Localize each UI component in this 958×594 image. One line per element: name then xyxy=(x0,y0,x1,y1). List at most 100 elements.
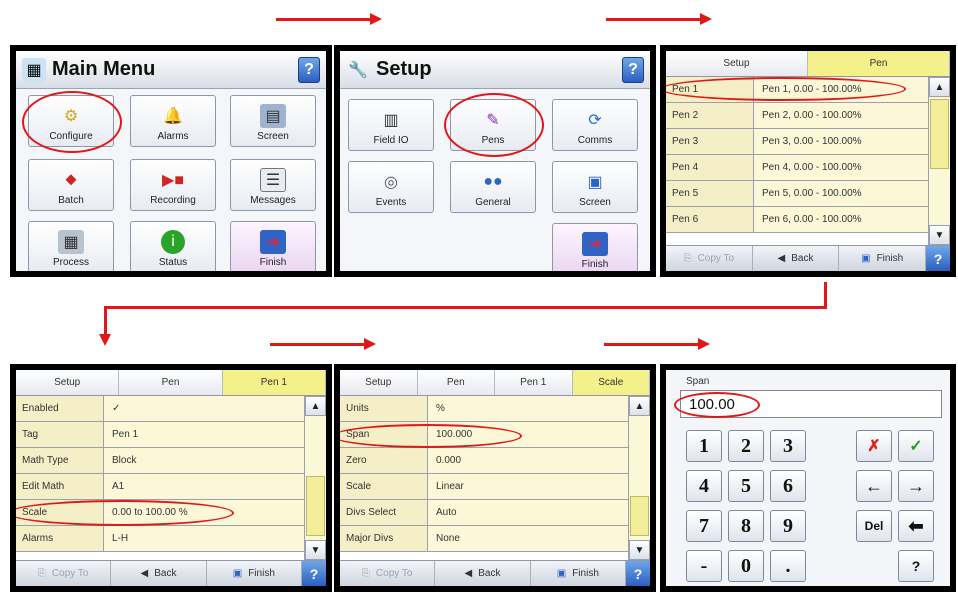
events-button[interactable]: ◎ Events xyxy=(348,161,434,213)
back-button[interactable]: ◀ Back xyxy=(111,561,207,586)
key-9[interactable]: 9 xyxy=(770,510,806,542)
help-button[interactable]: ? xyxy=(298,57,320,83)
crumb-setup[interactable]: Setup xyxy=(340,370,418,395)
list-item[interactable]: Major Divs None xyxy=(340,526,628,552)
finish-button[interactable]: ▣ Finish xyxy=(839,246,927,271)
recording-button[interactable]: ▶■ Recording xyxy=(130,159,216,211)
key-3[interactable]: 3 xyxy=(770,430,806,462)
finish-button[interactable]: ▣ Finish xyxy=(531,561,626,586)
back-icon: ◀ xyxy=(777,253,786,264)
main-menu-titlebar: ▦ Main Menu ? xyxy=(16,51,326,89)
key-6[interactable]: 6 xyxy=(770,470,806,502)
crumb-setup[interactable]: Setup xyxy=(666,51,808,76)
backspace-button[interactable]: ⬅ xyxy=(898,510,934,542)
delete-button[interactable]: Del xyxy=(856,510,892,542)
finish-button[interactable]: ➔ Finish xyxy=(230,221,316,271)
crumb-pen-1[interactable]: Pen 1 xyxy=(495,370,573,395)
scrollbar[interactable]: ▲ ▼ xyxy=(304,396,326,560)
batch-button[interactable]: ⬥ Batch xyxy=(28,159,114,211)
close-icon: ✗ xyxy=(867,438,881,455)
scroll-down-icon[interactable]: ▼ xyxy=(629,540,650,560)
screen-button[interactable]: ▣ Screen xyxy=(552,161,638,213)
scroll-down-icon[interactable]: ▼ xyxy=(305,540,326,560)
page-title: Setup xyxy=(376,58,432,80)
scrollbar[interactable]: ▲ ▼ xyxy=(928,77,950,245)
copy-to-button[interactable]: ⎘ Copy To xyxy=(16,561,112,586)
exit-icon: ▣ xyxy=(556,568,567,579)
list-item[interactable]: Scale Linear xyxy=(340,474,628,500)
key-8[interactable]: 8 xyxy=(728,510,764,542)
screen-button[interactable]: ▤ Screen xyxy=(230,95,316,147)
scroll-thumb[interactable] xyxy=(930,99,949,169)
list-item[interactable]: Pen 6 Pen 6, 0.00 - 100.00% xyxy=(666,207,928,233)
crumb-pen[interactable]: Pen xyxy=(119,370,223,395)
page-title: Main Menu xyxy=(52,58,156,80)
back-button[interactable]: ◀ Back xyxy=(753,246,840,271)
check-icon: ✓ xyxy=(909,438,923,455)
list-item[interactable]: Alarms L-H xyxy=(16,526,304,552)
scroll-up-icon[interactable]: ▲ xyxy=(929,77,950,97)
scrollbar[interactable]: ▲ ▼ xyxy=(628,396,650,560)
help-button[interactable]: ? xyxy=(625,561,650,586)
key-0[interactable]: 0 xyxy=(728,550,764,582)
help-button[interactable]: ? xyxy=(926,246,950,271)
status-button[interactable]: i Status xyxy=(130,221,216,271)
copy-to-button[interactable]: ⎘ Copy To xyxy=(666,246,753,271)
cursor-left-button[interactable]: ← xyxy=(856,470,892,502)
help-button[interactable]: ? xyxy=(898,550,934,582)
copy-to-button[interactable]: ⎘ Copy To xyxy=(340,561,436,586)
setup-titlebar: 🔧 Setup ? xyxy=(340,51,650,89)
scroll-up-icon[interactable]: ▲ xyxy=(629,396,650,416)
list-item[interactable]: Edit Math A1 xyxy=(16,474,304,500)
batch-icon: ⬥ xyxy=(65,171,77,188)
list-item[interactable]: Math Type Block xyxy=(16,448,304,474)
list-item[interactable]: Pen 3 Pen 3, 0.00 - 100.00% xyxy=(666,129,928,155)
crumb-setup[interactable]: Setup xyxy=(16,370,120,395)
flow-arrow-3 xyxy=(270,338,376,350)
key-7[interactable]: 7 xyxy=(686,510,722,542)
key-4[interactable]: 4 xyxy=(686,470,722,502)
help-button[interactable]: ? xyxy=(622,57,644,83)
key-decimal[interactable]: . xyxy=(770,550,806,582)
list-item[interactable]: Units% xyxy=(340,396,628,422)
field-io-button[interactable]: ▥ Field IO xyxy=(348,99,434,151)
scroll-thumb[interactable] xyxy=(630,496,649,536)
key-1[interactable]: 1 xyxy=(686,430,722,462)
list-item[interactable]: Enabled ✓ xyxy=(16,396,304,422)
breadcrumb: Setup Pen xyxy=(666,51,950,77)
list-item[interactable]: Zero 0.000 xyxy=(340,448,628,474)
key-2[interactable]: 2 xyxy=(728,430,764,462)
crumb-pen: Pen xyxy=(808,51,950,76)
span-editor-panel: Span 100.00 1 2 3 4 5 6 7 8 9 - 0 . ✗ ✓ … xyxy=(660,364,956,592)
flow-arrow-4 xyxy=(604,338,710,350)
ok-button[interactable]: ✓ xyxy=(898,430,934,462)
exit-icon: ▣ xyxy=(232,568,243,579)
general-button[interactable]: ●● General xyxy=(450,161,536,213)
process-button[interactable]: ▦ Process xyxy=(28,221,114,271)
bell-icon: 🔔 xyxy=(163,108,183,125)
alarms-button[interactable]: 🔔 Alarms xyxy=(130,95,216,147)
list-item[interactable]: Divs Select Auto xyxy=(340,500,628,526)
list-item[interactable]: Tag Pen 1 xyxy=(16,422,304,448)
list-item[interactable]: Pen 5 Pen 5, 0.00 - 100.00% xyxy=(666,181,928,207)
list-item[interactable]: Pen 2 Pen 2, 0.00 - 100.00% xyxy=(666,103,928,129)
help-button[interactable]: ? xyxy=(301,561,326,586)
scroll-thumb[interactable] xyxy=(306,476,325,536)
back-button[interactable]: ◀ Back xyxy=(435,561,531,586)
finish-button[interactable]: ▣ Finish xyxy=(207,561,302,586)
comms-button[interactable]: ⟳ Comms xyxy=(552,99,638,151)
bottom-toolbar: ⎘ Copy To ◀ Back ▣ Finish ? xyxy=(666,245,950,271)
list-item[interactable]: Pen 4 Pen 4, 0.00 - 100.00% xyxy=(666,155,928,181)
messages-button[interactable]: ☰ Messages xyxy=(230,159,316,211)
cancel-button[interactable]: ✗ xyxy=(856,430,892,462)
scroll-down-icon[interactable]: ▼ xyxy=(929,225,950,245)
wrench-icon: 🔧 xyxy=(348,61,368,79)
pen-list-panel: Setup Pen Pen 1 Pen 1, 0.00 - 100.00% Pen… xyxy=(660,45,956,277)
finish-button[interactable]: ➔ Finish xyxy=(552,223,638,271)
highlight-scale xyxy=(16,500,234,526)
crumb-pen[interactable]: Pen xyxy=(417,370,495,395)
key-5[interactable]: 5 xyxy=(728,470,764,502)
scroll-up-icon[interactable]: ▲ xyxy=(305,396,326,416)
key-minus[interactable]: - xyxy=(686,550,722,582)
cursor-right-button[interactable]: → xyxy=(898,470,934,502)
